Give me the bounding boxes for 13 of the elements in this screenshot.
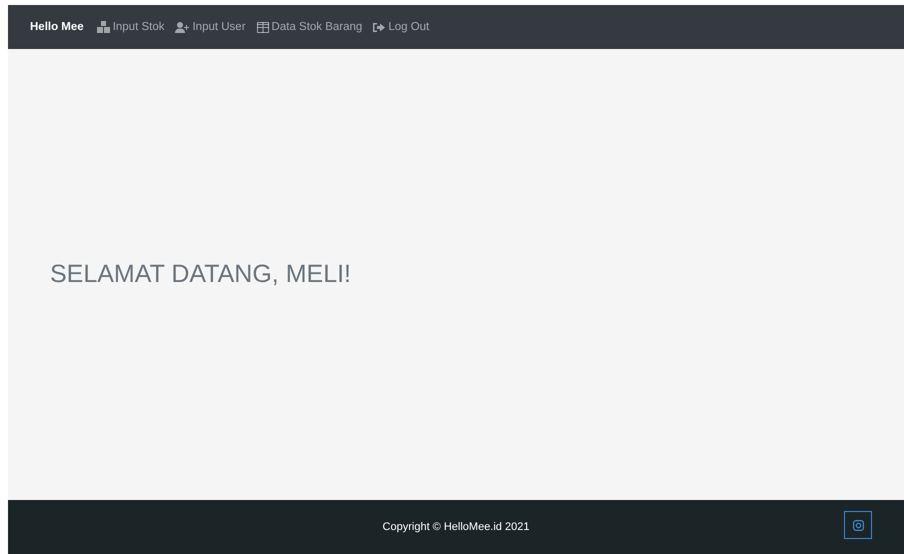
welcome-heading: SELAMAT DATANG, MELI!: [50, 260, 351, 289]
nav-link[interactable]: Log Out: [373, 21, 430, 33]
nav-link[interactable]: Input User: [175, 21, 246, 33]
brand-link[interactable]: Hello Mee: [30, 21, 84, 33]
instagram-icon: [852, 520, 864, 530]
sign-out-icon: [373, 22, 386, 32]
instagram-button[interactable]: [844, 511, 872, 539]
boxes-icon: [96, 21, 110, 33]
add-user-icon: [175, 22, 190, 32]
nav-link[interactable]: Data Stok Barang: [256, 21, 362, 33]
nav-link[interactable]: Input Stok: [96, 21, 164, 33]
copyright-text: Copyright © HelloMee.id 2021: [382, 521, 530, 533]
table-icon: [256, 22, 269, 32]
